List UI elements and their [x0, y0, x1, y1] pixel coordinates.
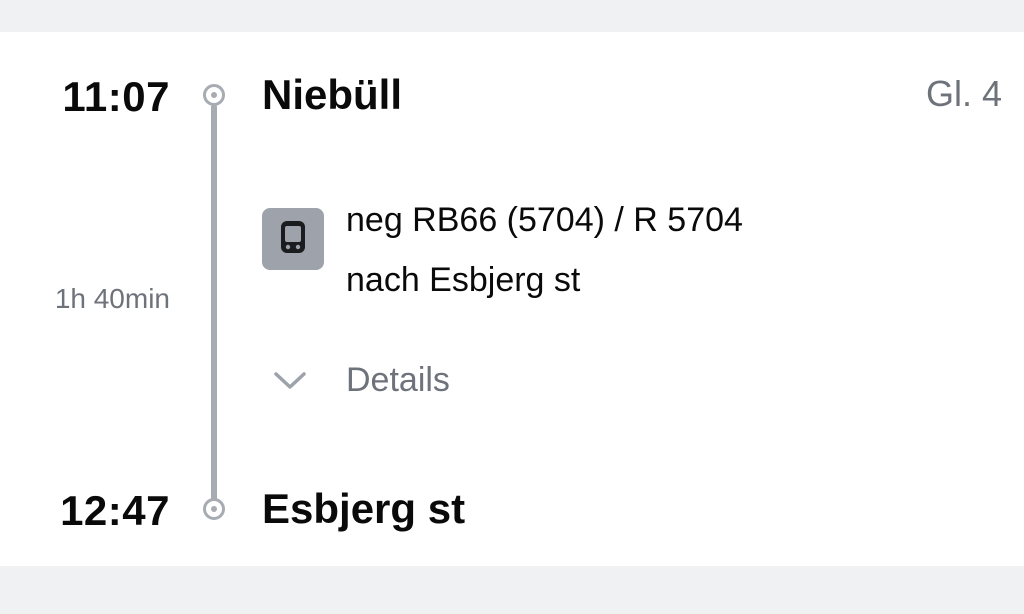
chevron-down-icon [274, 372, 306, 389]
arrival-station: Esbjerg st [262, 485, 466, 532]
departure-platform: Gl. 4 [925, 73, 1002, 114]
arrival-stop-marker [203, 498, 225, 520]
details-toggle[interactable]: Details [270, 358, 450, 402]
departure-stop-marker [203, 84, 225, 106]
arrival-time: 12:47 [60, 487, 170, 534]
train-line-label: neg RB66 (5704) / R 5704 [346, 201, 743, 239]
journey-duration: 1h 40min [54, 283, 170, 314]
train-icon [262, 208, 324, 270]
departure-time: 11:07 [62, 73, 170, 120]
train-destination: nach Esbjerg st [346, 261, 581, 299]
journey-section-card: 11:07 Niebüll Gl. 4 1h 40min neg RB66 (5… [0, 32, 1024, 566]
route-line [211, 104, 217, 504]
departure-station: Niebüll [262, 71, 403, 118]
details-label: Details [346, 361, 450, 399]
